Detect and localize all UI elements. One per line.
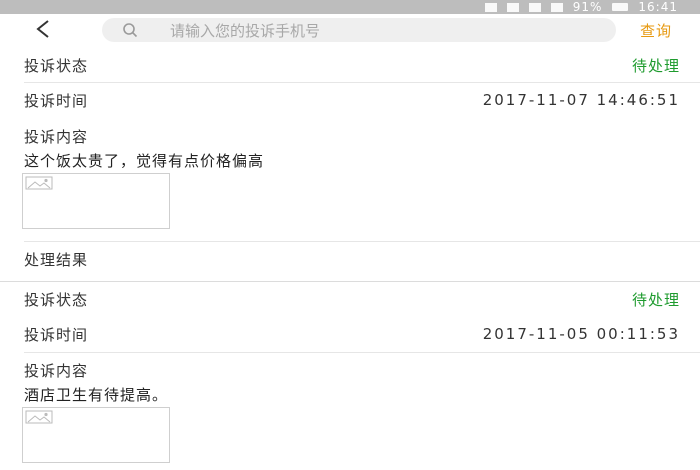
status-label: 投诉状态 (24, 56, 89, 75)
phone-search-input[interactable] (168, 20, 602, 42)
image-placeholder-icon (25, 410, 53, 424)
time-label: 投诉时间 (24, 91, 89, 110)
clock: 16:41 (638, 0, 678, 14)
signal-icon (550, 2, 563, 12)
time-row: 投诉时间 2017-11-05 00:11:53 (24, 317, 680, 351)
time-value: 2017-11-07 14:46:51 (482, 91, 680, 109)
back-button[interactable] (30, 16, 56, 42)
content-text: 酒店卫生有待提高。 (24, 386, 169, 404)
content-label: 投诉内容 (24, 362, 89, 380)
content-label: 投诉内容 (24, 128, 89, 146)
battery-percent: 91% (572, 0, 603, 14)
search-box[interactable] (102, 18, 616, 42)
search-icon (123, 23, 138, 38)
query-button[interactable]: 查询 (640, 20, 672, 41)
attachment-image[interactable] (22, 407, 170, 463)
status-row: 投诉状态 待处理 (24, 48, 680, 82)
result-label: 处理结果 (24, 250, 89, 269)
location-icon (484, 2, 497, 12)
top-bar: 查询 (0, 14, 700, 46)
result-row: 处理结果 (24, 242, 680, 276)
time-value: 2017-11-05 00:11:53 (482, 325, 680, 343)
wifi-icon (528, 2, 541, 12)
content-text: 这个饭太贵了，觉得有点价格偏高 (24, 152, 265, 170)
attachment-image[interactable] (22, 173, 170, 229)
battery-icon (612, 3, 629, 11)
mute-icon (506, 2, 519, 12)
image-placeholder-icon (25, 176, 53, 190)
status-row: 投诉状态 待处理 (24, 282, 680, 316)
status-value: 待处理 (631, 56, 680, 75)
status-label: 投诉状态 (24, 290, 89, 309)
back-arrow-icon (36, 20, 49, 38)
divider (24, 352, 700, 353)
time-label: 投诉时间 (24, 325, 89, 344)
time-row: 投诉时间 2017-11-07 14:46:51 (24, 83, 680, 117)
status-value: 待处理 (631, 290, 680, 309)
status-bar: 91% 16:41 (0, 0, 700, 14)
